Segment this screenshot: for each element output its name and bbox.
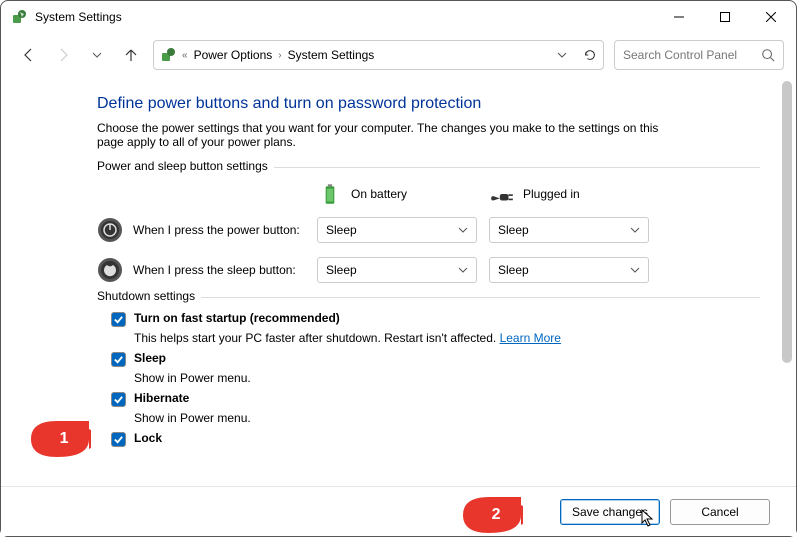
back-button[interactable] [17,43,41,67]
forward-button[interactable] [51,43,75,67]
col-header-plugged: Plugged in [489,181,649,207]
sleep-button-icon [97,257,123,283]
address-bar[interactable]: « Power Options › System Settings [153,40,604,70]
window-title: System Settings [35,10,656,24]
checkbox-fast-startup-desc: This helps start your PC faster after sh… [134,331,760,345]
plug-icon [489,181,515,207]
breadcrumb-root[interactable]: Power Options [194,48,273,62]
page-title: Define power buttons and turn on passwor… [97,95,760,113]
select-power-plugged[interactable]: Sleep [489,217,649,243]
maximize-button[interactable] [702,2,748,32]
checkbox-sleep[interactable] [111,352,126,367]
app-icon [11,9,27,25]
chevron-right-icon: › [278,50,281,61]
chevron-down-icon [458,225,468,235]
search-placeholder: Search Control Panel [623,48,737,62]
breadcrumb-leaf[interactable]: System Settings [288,48,375,62]
group-legend-shutdown: Shutdown settings [97,289,201,303]
page-description: Choose the power settings that you want … [97,121,677,149]
search-input[interactable]: Search Control Panel [614,40,784,70]
chevron-down-icon [630,265,640,275]
power-sleep-group: Power and sleep button settings On batte… [97,167,760,283]
up-button[interactable] [119,43,143,67]
location-icon [160,47,176,63]
checkbox-hibernate-desc: Show in Power menu. [134,411,760,425]
learn-more-link[interactable]: Learn More [500,331,561,345]
navigation-bar: « Power Options › System Settings Search… [1,33,796,77]
checkbox-lock-label: Lock [134,431,162,445]
battery-icon [317,181,343,207]
checkbox-fast-startup[interactable] [111,312,126,327]
checkbox-sleep-label: Sleep [134,351,166,365]
close-button[interactable] [748,2,794,32]
search-icon [761,48,775,62]
col-header-battery: On battery [317,181,477,207]
row-power-label: When I press the power button: [97,217,317,243]
checkbox-fast-startup-label: Turn on fast startup (recommended) [134,311,340,325]
select-sleep-battery[interactable]: Sleep [317,257,477,283]
checkbox-hibernate[interactable] [111,392,126,407]
shutdown-group: Shutdown settings Turn on fast startup (… [97,297,760,447]
checkbox-sleep-desc: Show in Power menu. [134,371,760,385]
cursor-icon [641,509,655,527]
content-pane: Define power buttons and turn on passwor… [1,77,796,447]
select-power-battery[interactable]: Sleep [317,217,477,243]
annotation-callout-1: 1 [27,419,91,459]
minimize-button[interactable] [656,2,702,32]
checkbox-lock[interactable] [111,432,126,447]
annotation-callout-2: 2 [459,495,523,535]
chevron-down-icon [630,225,640,235]
chevron-down-icon [458,265,468,275]
dropdown-icon[interactable] [557,50,567,60]
row-sleep-label: When I press the sleep button: [97,257,317,283]
select-sleep-plugged[interactable]: Sleep [489,257,649,283]
recent-button[interactable] [85,43,109,67]
checkbox-hibernate-label: Hibernate [134,391,189,405]
footer-bar: Save changes Cancel [1,486,796,536]
group-legend-power: Power and sleep button settings [97,159,274,173]
power-button-icon [97,217,123,243]
chevron-icon: « [182,50,188,61]
refresh-icon[interactable] [583,48,597,62]
cancel-button[interactable]: Cancel [670,499,770,525]
titlebar: System Settings [1,1,796,33]
